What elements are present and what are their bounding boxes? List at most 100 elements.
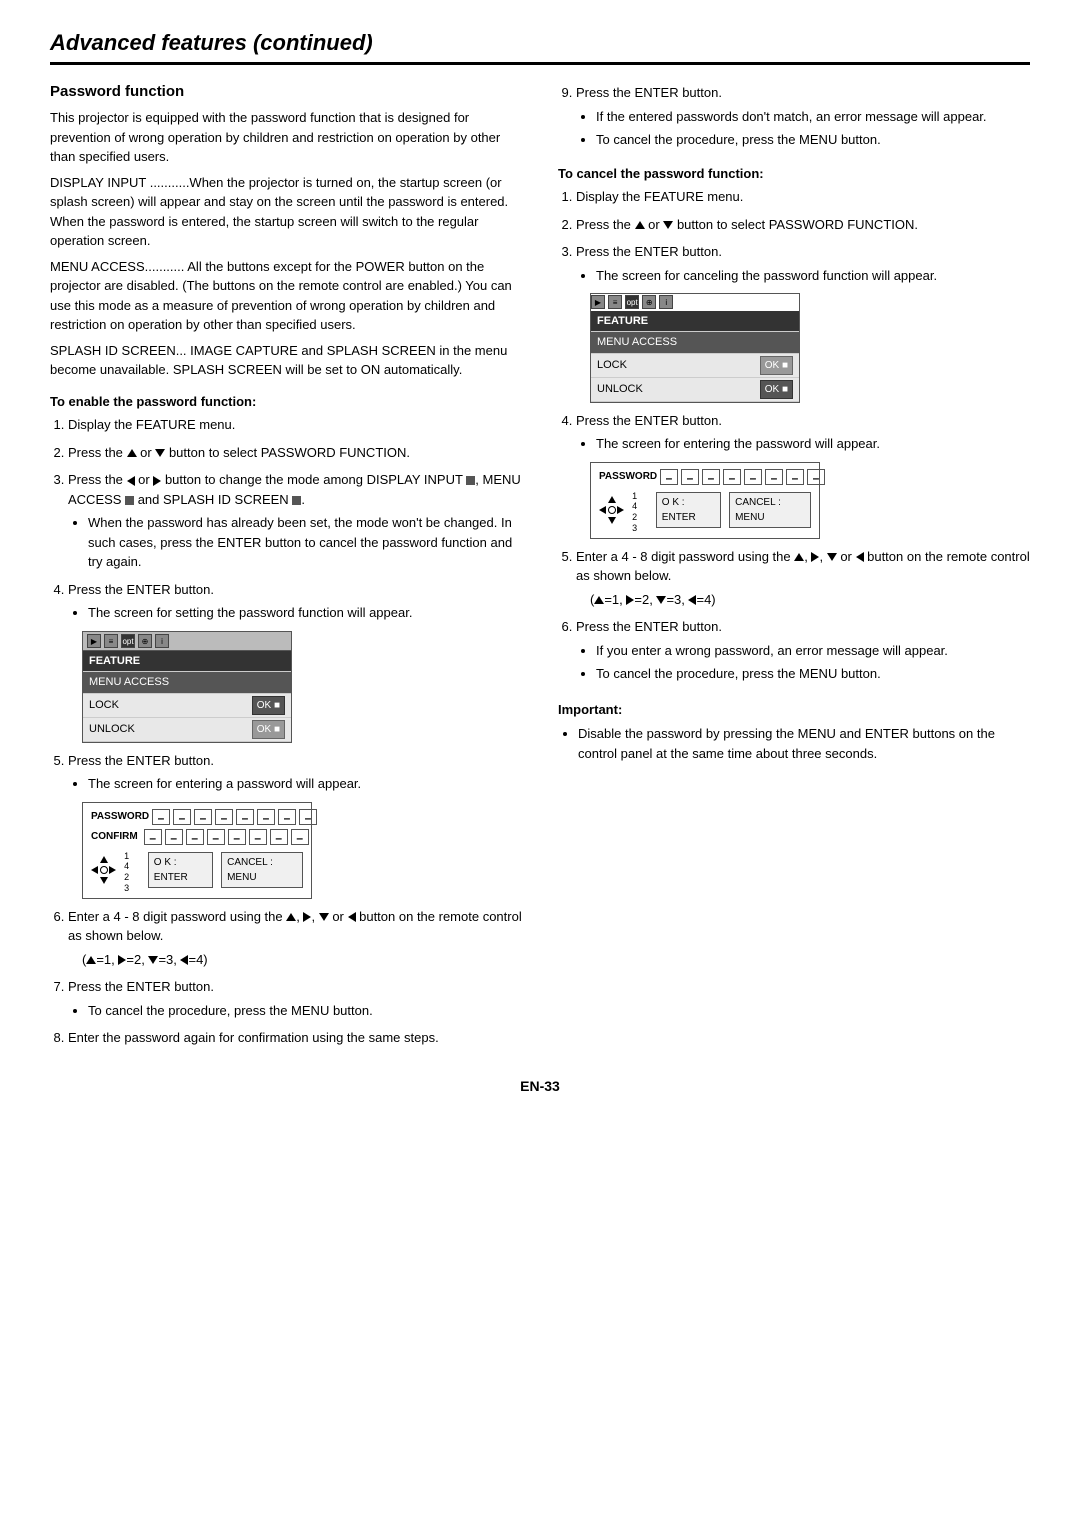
cancel-pw-row: PASSWORD – – – – – – – – xyxy=(599,469,811,485)
cancel-menu-btn: CANCEL : MENU xyxy=(221,852,303,888)
menu-screenshot-step4: ▶ ≡ opt ⊕ i FEATURE MENU ACCESS LOCK O xyxy=(82,631,292,743)
cancel-step-2: Press the or button to select PASSWORD F… xyxy=(576,215,1030,235)
password-row: PASSWORD – – – – – – – – xyxy=(91,809,303,825)
cancel-step-4-bullet: The screen for entering the password wil… xyxy=(596,434,1030,454)
cancel-icon-3: opt xyxy=(625,295,639,309)
menu-lock-row: LOCK OK ■ xyxy=(83,694,291,718)
menu-icon-5: i xyxy=(155,634,169,648)
c-arrow-left xyxy=(599,506,606,514)
step9-b2: To cancel the procedure, press the MENU … xyxy=(596,130,1030,150)
cancel-pw-controls: 14 23 O K : ENTER CANCEL : MENU xyxy=(599,489,811,532)
page-title: Advanced features (continued) xyxy=(50,30,1030,65)
confirm-dashes: – – – – – – – – xyxy=(144,829,309,845)
menu-unlock-row: UNLOCK OK ■ xyxy=(83,718,291,742)
c-dash-7: – xyxy=(786,469,804,485)
arrow-up-icon xyxy=(100,856,108,863)
enable-step-8: Enter the password again for confirmatio… xyxy=(68,1028,522,1048)
c-ok-enter-btn: O K : ENTER xyxy=(656,492,721,528)
dash-6: – xyxy=(257,809,275,825)
splash-id-text: SPLASH ID SCREEN... IMAGE CAPTURE and SP… xyxy=(50,341,522,380)
menu-icon-bar: ▶ ≡ opt ⊕ i xyxy=(83,632,291,651)
cancel-access-row: MENU ACCESS xyxy=(591,332,799,354)
important-section: Important: xyxy=(558,700,1030,720)
confirm-dash-4: – xyxy=(207,829,225,845)
right-step-9: Press the ENTER button. If the entered p… xyxy=(576,83,1030,150)
confirm-dash-3: – xyxy=(186,829,204,845)
enable-step-4-bullet: The screen for setting the password func… xyxy=(88,603,522,623)
step6-formula: (=1, =2, =3, =4) xyxy=(82,950,522,970)
dash-3: – xyxy=(194,809,212,825)
dash-2: – xyxy=(173,809,191,825)
cancel-ok-light: OK ■ xyxy=(760,356,793,375)
page-number: EN-33 xyxy=(50,1076,1030,1097)
enable-step-6: Enter a 4 - 8 digit password using the ,… xyxy=(68,907,522,970)
enable-step-3-note: When the password has already been set, … xyxy=(88,513,522,572)
cancel-step-6: Press the ENTER button. If you enter a w… xyxy=(576,617,1030,684)
left-column: Password function This projector is equi… xyxy=(50,83,522,1056)
cancel-pw-dashes: – – – – – – – – xyxy=(660,469,825,485)
right-column: Press the ENTER button. If the entered p… xyxy=(558,83,1030,1056)
right-steps-list: Press the ENTER button. If the entered p… xyxy=(576,83,1030,150)
cancel-step-4: Press the ENTER button. The screen for e… xyxy=(576,411,1030,539)
cancel-lock-row: LOCK OK ■ xyxy=(591,354,799,378)
dash-4: – xyxy=(215,809,233,825)
confirm-dash-8: – xyxy=(291,829,309,845)
c-dash-2: – xyxy=(681,469,699,485)
confirm-dash-5: – xyxy=(228,829,246,845)
c-dash-3: – xyxy=(702,469,720,485)
enable-step-3: Press the or button to change the mode a… xyxy=(68,470,522,572)
menu-access-row: MENU ACCESS xyxy=(83,672,291,694)
cancel-password-title: To cancel the password function: xyxy=(558,164,1030,184)
dash-7: – xyxy=(278,809,296,825)
cancel-step5-formula: (=1, =2, =3, =4) xyxy=(590,590,1030,610)
menu-access-text: MENU ACCESS........... All the buttons e… xyxy=(50,257,522,335)
c-arrow-right xyxy=(617,506,624,514)
enable-step-2: Press the or button to select PASSWORD F… xyxy=(68,443,522,463)
cancel-password-entry: PASSWORD – – – – – – – – xyxy=(590,462,820,539)
confirm-dash-2: – xyxy=(165,829,183,845)
enable-step-7: Press the ENTER button. To cancel the pr… xyxy=(68,977,522,1020)
c-dash-4: – xyxy=(723,469,741,485)
important-label: Important: xyxy=(558,702,622,717)
important-bullet: Disable the password by pressing the MEN… xyxy=(578,724,1030,763)
cancel-step-1: Display the FEATURE menu. xyxy=(576,187,1030,207)
cancel-feature-row: FEATURE xyxy=(591,311,799,333)
c-arrow-down xyxy=(608,517,616,524)
enable-step-1: Display the FEATURE menu. xyxy=(68,415,522,435)
section-title: Password function xyxy=(50,83,522,100)
menu-feature-row: FEATURE xyxy=(83,651,291,673)
enable-password-title: To enable the password function: xyxy=(50,392,522,412)
center-dot xyxy=(100,866,108,874)
confirm-dash-1: – xyxy=(144,829,162,845)
dash-1: – xyxy=(152,809,170,825)
menu-ok-light-btn: OK ■ xyxy=(252,720,285,739)
cancel-nav-cross xyxy=(599,496,624,524)
cancel-icon-2: ≡ xyxy=(608,295,622,309)
pw-label: PASSWORD xyxy=(91,809,146,824)
cancel-menu-icon-bar: ▶ ≡ opt ⊕ i xyxy=(591,294,799,311)
confirm-dash-6: – xyxy=(249,829,267,845)
ok-enter-btn: O K : ENTER xyxy=(148,852,213,888)
c-dash-8: – xyxy=(807,469,825,485)
c-cancel-menu-btn: CANCEL : MENU xyxy=(729,492,811,528)
cancel-pw-label: PASSWORD xyxy=(599,469,654,484)
cancel-step-6-b2: To cancel the procedure, press the MENU … xyxy=(596,664,1030,684)
dash-5: – xyxy=(236,809,254,825)
display-input-text: DISPLAY INPUT ...........When the projec… xyxy=(50,173,522,251)
cancel-icon-1: ▶ xyxy=(591,295,605,309)
enable-step-4: Press the ENTER button. The screen for s… xyxy=(68,580,522,743)
cancel-icon-4: ⊕ xyxy=(642,295,656,309)
menu-icon-4: ⊕ xyxy=(138,634,152,648)
cancel-menu-screenshot: ▶ ≡ opt ⊕ i FEATURE MENU ACCESS LOCK O xyxy=(590,293,800,403)
menu-ok-btn: OK ■ xyxy=(252,696,285,715)
cancel-ok-btn: OK ■ xyxy=(760,380,793,399)
important-list: Disable the password by pressing the MEN… xyxy=(578,724,1030,763)
enable-step-5: Press the ENTER button. The screen for e… xyxy=(68,751,522,899)
dash-8: – xyxy=(299,809,317,825)
confirm-dash-7: – xyxy=(270,829,288,845)
confirm-row: CONFIRM – – – – – – – – xyxy=(91,829,303,845)
nav-cross xyxy=(91,856,116,884)
cancel-step-3-bullet: The screen for canceling the password fu… xyxy=(596,266,1030,286)
c-dash-6: – xyxy=(765,469,783,485)
nav-nums: 14 23 xyxy=(124,851,140,894)
